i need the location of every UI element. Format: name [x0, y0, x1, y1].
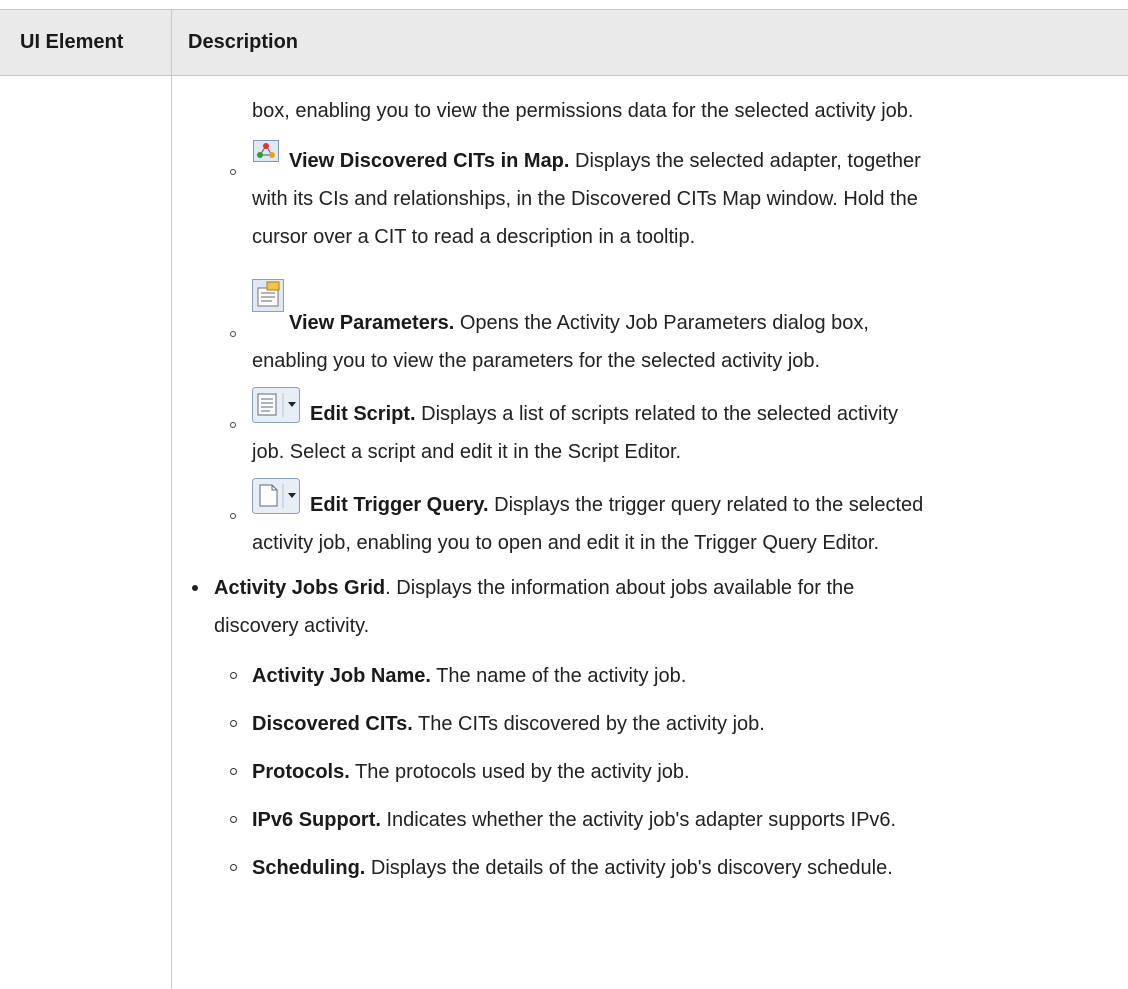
grid-item-text-b: discovery activity.	[214, 615, 370, 637]
list-item: Discovered CITs. The CITs discovered by …	[252, 712, 765, 736]
discovered-cits-map-icon	[253, 140, 279, 162]
table-header-row: UI Element Description	[0, 10, 1128, 76]
header-ui-element: UI Element	[20, 31, 124, 53]
grid-item-text-a: . Displays the information about jobs av…	[385, 577, 855, 599]
permissions-text: box, enabling you to view the permission…	[252, 100, 914, 122]
sub-bullet	[230, 720, 237, 727]
params-item-text-b: enabling you to view the parameters for …	[252, 350, 821, 372]
sub-bullet	[230, 331, 236, 337]
params-item-title: View Parameters.	[289, 312, 455, 334]
map-item-text-c: cursor over a CIT to read a description …	[252, 226, 696, 248]
list-item: IPv6 Support. Indicates whether the acti…	[252, 808, 896, 832]
sub-bullet	[230, 768, 237, 775]
sub-bullet	[230, 422, 236, 428]
map-item-text-b: with its CIs and relationships, in the D…	[252, 188, 918, 210]
edit-trigger-query-dropdown-icon[interactable]	[252, 478, 300, 514]
column-text: The CITs discovered by the activity job.	[412, 713, 765, 735]
sub-bullet	[230, 816, 237, 823]
sub-bullet	[230, 513, 236, 519]
map-item-title: View Discovered CITs in Map.	[289, 150, 570, 172]
column-divider	[171, 10, 172, 989]
column-text: The name of the activity job.	[430, 665, 687, 687]
grid-item-line-a: Activity Jobs Grid. Displays the informa…	[214, 576, 854, 600]
list-item: Protocols. The protocols used by the act…	[252, 760, 690, 784]
trigger-item-line-a: Edit Trigger Query. Displays the trigger…	[310, 493, 923, 517]
trigger-item-title: Edit Trigger Query.	[310, 494, 489, 516]
column-title: Discovered CITs.	[252, 713, 413, 735]
sub-bullet	[230, 672, 237, 679]
column-title: IPv6 Support.	[252, 809, 381, 831]
column-text: The protocols used by the activity job.	[349, 761, 690, 783]
script-item-text-b: job. Select a script and edit it in the …	[252, 441, 682, 463]
sub-bullet	[230, 169, 236, 175]
column-title: Activity Job Name.	[252, 665, 431, 687]
edit-script-dropdown-icon[interactable]	[252, 387, 300, 423]
list-bullet	[192, 585, 198, 591]
ui-element-table: UI Element Description box, enabling you…	[0, 0, 1128, 989]
column-title: Protocols.	[252, 761, 350, 783]
map-item-text-a: Displays the selected adapter, together	[569, 150, 921, 172]
column-text: Indicates whether the activity job's ada…	[380, 809, 897, 831]
column-text: Displays the details of the activity job…	[365, 857, 893, 879]
trigger-item-text-b: activity job, enabling you to open and e…	[252, 532, 880, 554]
script-item-line-a: Edit Script. Displays a list of scripts …	[310, 402, 898, 426]
map-item-line-a: View Discovered CITs in Map. Displays th…	[289, 149, 921, 173]
header-description: Description	[188, 31, 299, 53]
trigger-item-text-a: Displays the trigger query related to th…	[488, 494, 924, 516]
script-item-text-a: Displays a list of scripts related to th…	[415, 403, 898, 425]
grid-item-title: Activity Jobs Grid	[214, 577, 386, 599]
params-item-text-a: Opens the Activity Job Parameters dialog…	[454, 312, 869, 334]
view-parameters-icon	[252, 279, 284, 312]
script-item-title: Edit Script.	[310, 403, 416, 425]
column-title: Scheduling.	[252, 857, 366, 879]
params-item-line-a: View Parameters. Opens the Activity Job …	[289, 311, 869, 335]
list-item: Activity Job Name. The name of the activ…	[252, 664, 686, 688]
list-item: Scheduling. Displays the details of the …	[252, 856, 893, 880]
sub-bullet	[230, 864, 237, 871]
